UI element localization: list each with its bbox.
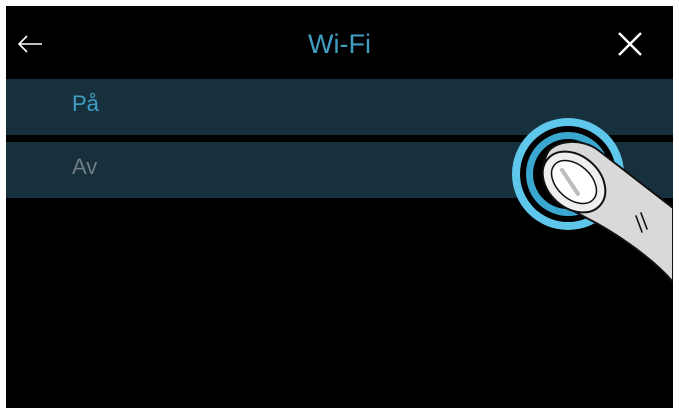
option-off-label: Av <box>72 154 98 179</box>
wifi-option-list: På Av <box>6 79 673 205</box>
arrow-left-icon <box>17 35 42 53</box>
page-title: Wi-Fi <box>308 29 371 59</box>
close-button[interactable] <box>608 24 652 64</box>
option-on-label: På <box>72 91 99 116</box>
back-button[interactable] <box>10 24 50 64</box>
header-bar: Wi-Fi <box>6 6 673 78</box>
option-on[interactable]: På <box>6 79 673 135</box>
wifi-settings-screen: Wi-Fi På Av <box>6 6 673 408</box>
close-icon <box>618 32 642 56</box>
option-off[interactable]: Av <box>6 142 673 198</box>
